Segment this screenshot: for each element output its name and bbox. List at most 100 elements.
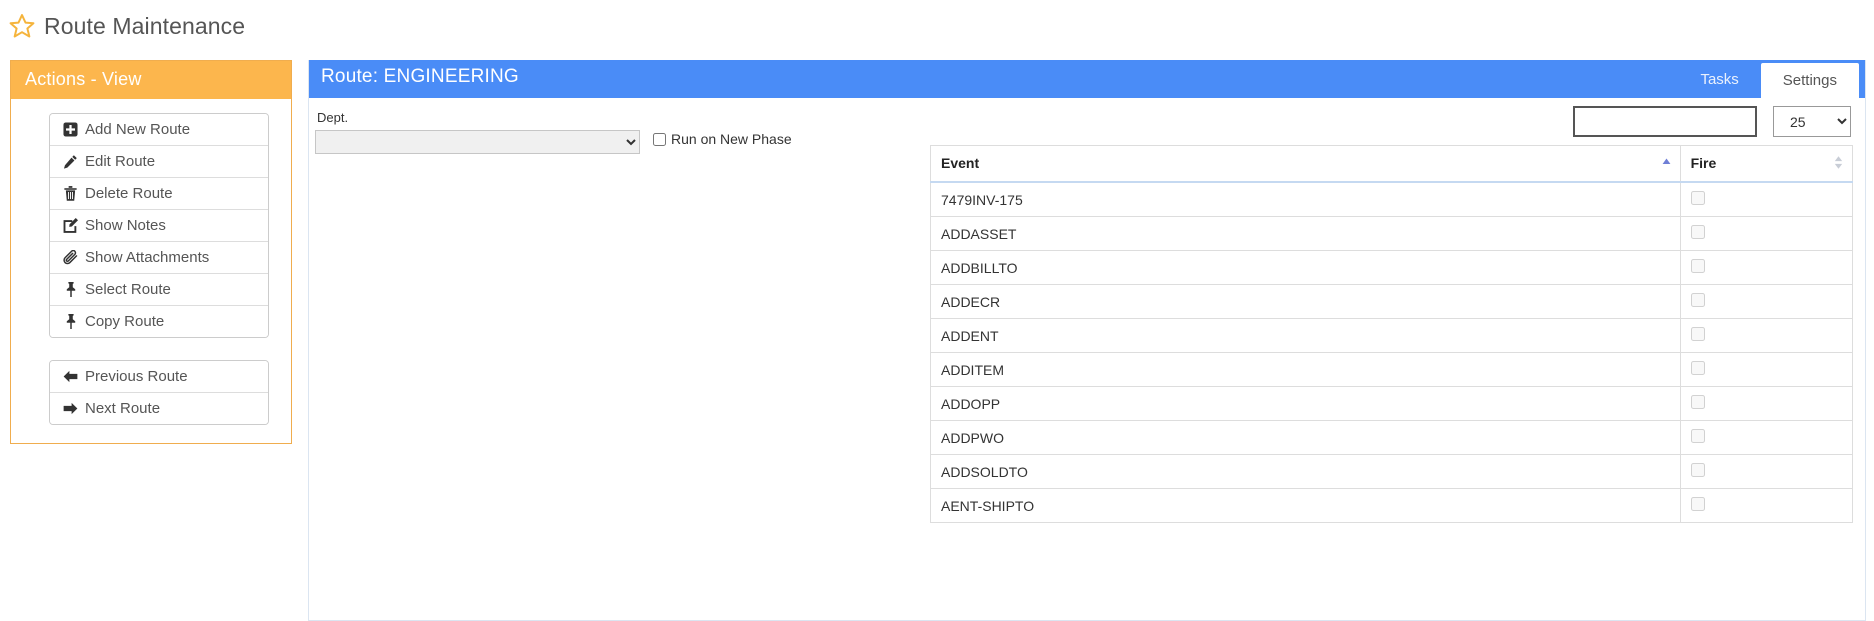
- sort-asc-icon: [1662, 156, 1671, 172]
- pencil-icon: [62, 154, 79, 169]
- show-notes-button[interactable]: Show Notes: [50, 210, 268, 242]
- event-grid: 25 Event Fire 7479INV-175 ADDASSET ADDBI…: [930, 106, 1854, 620]
- fire-checkbox[interactable]: [1690, 191, 1705, 205]
- action-label: Show Attachments: [85, 249, 210, 266]
- action-group-navigation: Previous Route Next Route: [49, 360, 269, 425]
- table-row[interactable]: ADDITEM: [930, 352, 1854, 387]
- column-header-event[interactable]: Event: [930, 145, 1681, 183]
- sort-none-icon: [1834, 155, 1843, 172]
- cell-fire: [1679, 386, 1854, 421]
- grid-search-input[interactable]: [1573, 106, 1757, 137]
- cell-fire: [1679, 420, 1854, 455]
- fire-checkbox[interactable]: [1690, 327, 1705, 341]
- route-tab-strip: Tasks Settings: [1678, 60, 1865, 98]
- page-title: Route Maintenance: [44, 12, 246, 39]
- action-group-primary: Add New Route Edit Route Delete Route Sh…: [49, 113, 269, 338]
- actions-panel: Actions - View Add New Route Edit Route …: [10, 60, 292, 444]
- grid-toolbar: 25: [930, 106, 1853, 137]
- event-table-head: Event Fire: [930, 145, 1854, 183]
- add-new-route-button[interactable]: Add New Route: [50, 114, 268, 146]
- pin-icon: [62, 314, 79, 329]
- table-row[interactable]: ADDECR: [930, 284, 1854, 319]
- action-label: Show Notes: [85, 217, 166, 234]
- table-row[interactable]: ADDASSET: [930, 216, 1854, 251]
- cell-event: 7479INV-175: [930, 181, 1681, 217]
- action-label: Next Route: [85, 400, 161, 417]
- run-on-new-phase-label[interactable]: Run on New Phase: [671, 131, 792, 147]
- cell-fire: [1679, 284, 1854, 319]
- edit-route-button[interactable]: Edit Route: [50, 146, 268, 178]
- paperclip-icon: [62, 250, 79, 265]
- cell-fire: [1679, 352, 1854, 387]
- column-header-fire[interactable]: Fire: [1679, 145, 1854, 183]
- action-label: Copy Route: [85, 313, 165, 330]
- delete-route-button[interactable]: Delete Route: [50, 178, 268, 210]
- cell-event: ADDBILLTO: [930, 250, 1681, 285]
- next-route-button[interactable]: Next Route: [50, 393, 268, 424]
- main-layout: Actions - View Add New Route Edit Route …: [0, 52, 1874, 621]
- cell-event: ADDSOLDTO: [930, 454, 1681, 489]
- plus-square-icon: [62, 122, 79, 137]
- tab-settings[interactable]: Settings: [1760, 63, 1859, 98]
- column-label: Event: [941, 155, 980, 171]
- copy-route-button[interactable]: Copy Route: [50, 306, 268, 337]
- grid-page-size-select[interactable]: 25: [1773, 106, 1851, 137]
- cell-event: ADDOPP: [930, 386, 1681, 421]
- fire-checkbox[interactable]: [1690, 497, 1705, 511]
- cell-fire: [1679, 318, 1854, 353]
- dept-select[interactable]: [315, 130, 640, 154]
- fire-checkbox[interactable]: [1690, 259, 1705, 273]
- table-row[interactable]: ADDBILLTO: [930, 250, 1854, 285]
- table-header-row: Event Fire: [930, 145, 1854, 183]
- cell-fire: [1679, 488, 1854, 523]
- run-on-new-phase-field: Run on New Phase: [653, 131, 792, 147]
- run-on-new-phase-checkbox[interactable]: [653, 132, 666, 146]
- page-header: Route Maintenance: [0, 0, 1874, 52]
- fire-checkbox[interactable]: [1690, 395, 1705, 409]
- star-outline-icon: [9, 14, 35, 38]
- cell-event: ADDITEM: [930, 352, 1681, 387]
- note-edit-icon: [62, 218, 79, 233]
- dept-field-block: Dept.: [315, 110, 645, 154]
- fire-checkbox[interactable]: [1690, 463, 1705, 477]
- table-row[interactable]: ADDOPP: [930, 386, 1854, 421]
- event-table: Event Fire 7479INV-175 ADDASSET ADDBILLT…: [930, 145, 1854, 523]
- arrow-right-icon: [62, 401, 79, 416]
- actions-panel-header: Actions - View: [11, 61, 291, 99]
- trash-icon: [62, 186, 79, 201]
- table-row[interactable]: ADDSOLDTO: [930, 454, 1854, 489]
- cell-event: ADDECR: [930, 284, 1681, 319]
- fire-checkbox[interactable]: [1690, 225, 1705, 239]
- cell-fire: [1679, 181, 1854, 217]
- table-row[interactable]: ADDENT: [930, 318, 1854, 353]
- table-row[interactable]: AENT-SHIPTO: [930, 488, 1854, 523]
- cell-event: ADDASSET: [930, 216, 1681, 251]
- table-row[interactable]: 7479INV-175: [930, 181, 1854, 217]
- cell-fire: [1679, 250, 1854, 285]
- pin-icon: [62, 282, 79, 297]
- fire-checkbox[interactable]: [1690, 429, 1705, 443]
- cell-fire: [1679, 454, 1854, 489]
- cell-event: ADDENT: [930, 318, 1681, 353]
- cell-event: ADDPWO: [930, 420, 1681, 455]
- action-label: Select Route: [85, 281, 171, 298]
- table-row[interactable]: ADDPWO: [930, 420, 1854, 455]
- action-label: Previous Route: [85, 368, 188, 385]
- select-route-button[interactable]: Select Route: [50, 274, 268, 306]
- event-table-body: 7479INV-175 ADDASSET ADDBILLTO ADDECR ADDENT…: [930, 181, 1854, 523]
- dept-label: Dept.: [317, 110, 349, 125]
- route-heading: Route: ENGINEERING: [321, 66, 519, 87]
- previous-route-button[interactable]: Previous Route: [50, 361, 268, 393]
- tab-tasks[interactable]: Tasks: [1678, 60, 1760, 98]
- action-label: Add New Route: [85, 121, 191, 138]
- action-label: Delete Route: [85, 185, 173, 202]
- action-label: Edit Route: [85, 153, 156, 170]
- route-header-bar: Route: ENGINEERING Tasks Settings: [309, 60, 1865, 98]
- cell-fire: [1679, 216, 1854, 251]
- fire-checkbox[interactable]: [1690, 361, 1705, 375]
- route-content-panel: Route: ENGINEERING Tasks Settings Dept. …: [308, 60, 1866, 621]
- fire-checkbox[interactable]: [1690, 293, 1705, 307]
- cell-event: AENT-SHIPTO: [930, 488, 1681, 523]
- column-label: Fire: [1690, 155, 1717, 171]
- show-attachments-button[interactable]: Show Attachments: [50, 242, 268, 274]
